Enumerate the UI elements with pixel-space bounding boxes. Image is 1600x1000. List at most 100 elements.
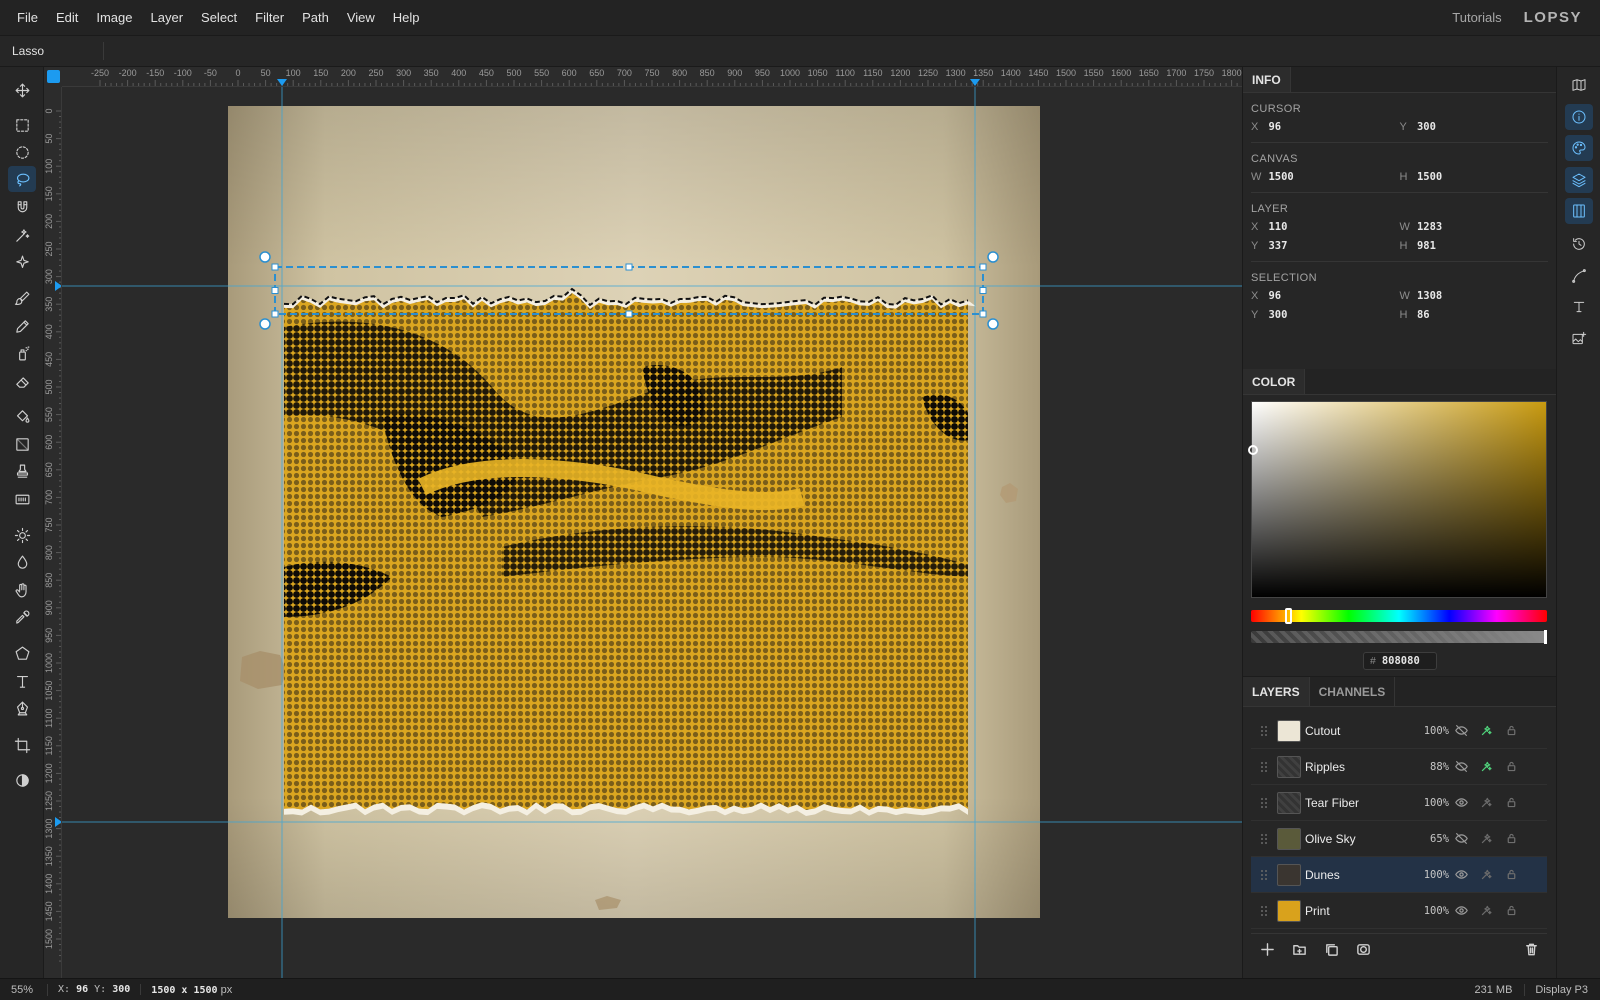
drag-handle-icon[interactable] (1251, 761, 1277, 773)
layer-name[interactable]: Ripples (1305, 760, 1413, 774)
effects-toggle[interactable] (1474, 904, 1499, 917)
layer-row[interactable]: Cutout 100% (1251, 713, 1547, 749)
stamp-tool[interactable] (8, 458, 36, 484)
resize-handle[interactable] (271, 263, 279, 271)
guide-marker[interactable] (55, 817, 62, 827)
color-profile[interactable]: Display P3 (1525, 984, 1600, 996)
ruler-vertical[interactable]: 0 50 100 150 200 250 300 350 400 450 500 550 600 650 7… (44, 87, 62, 978)
rotate-handle[interactable] (987, 251, 999, 263)
move-tool[interactable] (8, 77, 36, 103)
menu-layer[interactable]: Layer (142, 0, 193, 36)
map-button[interactable] (1565, 72, 1593, 98)
shape-tool[interactable] (8, 640, 36, 666)
delete-layer-button[interactable] (1515, 936, 1547, 964)
layer-opacity[interactable]: 100% (1413, 869, 1449, 881)
rotate-handle[interactable] (259, 318, 271, 330)
layer-row[interactable]: Olive Sky 65% (1251, 821, 1547, 857)
drag-handle-icon[interactable] (1251, 869, 1277, 881)
canvas-document[interactable] (62, 87, 1242, 978)
layer-name[interactable]: Dunes (1305, 868, 1413, 882)
visibility-toggle[interactable] (1449, 760, 1474, 773)
quick-select-tool[interactable] (8, 249, 36, 275)
resize-handle[interactable] (271, 310, 279, 318)
effects-toggle[interactable] (1474, 796, 1499, 809)
layer-name[interactable]: Cutout (1305, 724, 1413, 738)
resize-handle[interactable] (979, 310, 987, 318)
lock-toggle[interactable] (1499, 760, 1524, 773)
spray-tool[interactable] (8, 340, 36, 366)
color-picker-knob[interactable] (1248, 445, 1258, 455)
layers-button[interactable] (1565, 167, 1593, 193)
zoom-level[interactable]: 55% (0, 983, 48, 996)
layer-row[interactable]: Tear Fiber 100% (1251, 785, 1547, 821)
lasso-tool[interactable] (8, 166, 36, 192)
alpha-slider[interactable] (1251, 630, 1547, 644)
ruler-corner[interactable] (44, 67, 62, 87)
contrast-toggle[interactable] (8, 767, 36, 793)
menu-select[interactable]: Select (192, 0, 246, 36)
visibility-toggle[interactable] (1449, 796, 1474, 809)
guide-marker[interactable] (277, 79, 287, 86)
layer-opacity[interactable]: 100% (1413, 797, 1449, 809)
layer-opacity[interactable]: 100% (1413, 725, 1449, 737)
resize-handle[interactable] (271, 287, 279, 294)
layer-opacity[interactable]: 100% (1413, 905, 1449, 917)
lock-toggle[interactable] (1499, 868, 1524, 881)
menu-file[interactable]: File (8, 0, 47, 36)
alpha-slider-handle[interactable] (1544, 630, 1547, 644)
eyedropper-tool[interactable] (8, 604, 36, 630)
layer-name[interactable]: Olive Sky (1305, 832, 1413, 846)
hand-tool[interactable] (8, 577, 36, 603)
visibility-toggle[interactable] (1449, 724, 1474, 737)
fill-tool[interactable] (8, 403, 36, 429)
layer-row[interactable]: Print 100% (1251, 893, 1547, 929)
rotate-handle[interactable] (259, 251, 271, 263)
menu-image[interactable]: Image (87, 0, 141, 36)
channels-button[interactable] (1565, 198, 1593, 224)
image-button[interactable] (1565, 326, 1593, 352)
duplicate-layer-button[interactable] (1315, 936, 1347, 964)
info-button[interactable] (1565, 104, 1593, 130)
menu-help[interactable]: Help (384, 0, 429, 36)
blur-tool[interactable] (8, 549, 36, 575)
rotate-handle[interactable] (987, 318, 999, 330)
hex-value[interactable]: 808080 (1382, 655, 1420, 667)
saturation-value-picker[interactable] (1248, 401, 1547, 598)
hex-input[interactable]: # 808080 (1363, 652, 1437, 670)
effects-toggle[interactable] (1474, 868, 1499, 881)
layer-row[interactable]: Ripples 88% (1251, 749, 1547, 785)
menu-path[interactable]: Path (293, 0, 338, 36)
layer-opacity[interactable]: 65% (1413, 833, 1449, 845)
resize-handle[interactable] (979, 263, 987, 271)
hue-slider[interactable] (1251, 608, 1547, 624)
tab-layers[interactable]: LAYERS (1243, 677, 1310, 706)
effects-toggle[interactable] (1474, 832, 1499, 845)
effects-toggle[interactable] (1474, 760, 1499, 773)
magic-wand-tool[interactable] (8, 222, 36, 248)
ellipse-select-tool[interactable] (8, 139, 36, 165)
effects-toggle[interactable] (1474, 724, 1499, 737)
visibility-toggle[interactable] (1449, 868, 1474, 881)
tab-info[interactable]: INFO (1243, 67, 1291, 92)
gradient-tool[interactable] (8, 431, 36, 457)
guide-marker[interactable] (970, 79, 980, 86)
layer-opacity[interactable]: 88% (1413, 761, 1449, 773)
lock-toggle[interactable] (1499, 904, 1524, 917)
text-tool[interactable] (8, 668, 36, 694)
add-group-button[interactable] (1283, 936, 1315, 964)
brush-tool[interactable] (8, 285, 36, 311)
crop-tool[interactable] (8, 732, 36, 758)
add-layer-button[interactable] (1251, 936, 1283, 964)
tab-channels[interactable]: CHANNELS (1310, 677, 1396, 706)
hue-slider-handle[interactable] (1285, 608, 1292, 624)
visibility-toggle[interactable] (1449, 904, 1474, 917)
ruler-origin-square[interactable] (47, 70, 60, 83)
layer-row[interactable]: Dunes 100% (1251, 857, 1547, 893)
ruler-horizontal[interactable]: -250 -200 -150 -100 -50 0 50 100 150 200 250 300 350… (62, 67, 1242, 87)
rect-select-tool[interactable] (8, 112, 36, 138)
drag-handle-icon[interactable] (1251, 833, 1277, 845)
lock-toggle[interactable] (1499, 796, 1524, 809)
visibility-toggle[interactable] (1449, 832, 1474, 845)
paths-button[interactable] (1565, 263, 1593, 289)
canvas-viewport[interactable] (62, 87, 1242, 978)
